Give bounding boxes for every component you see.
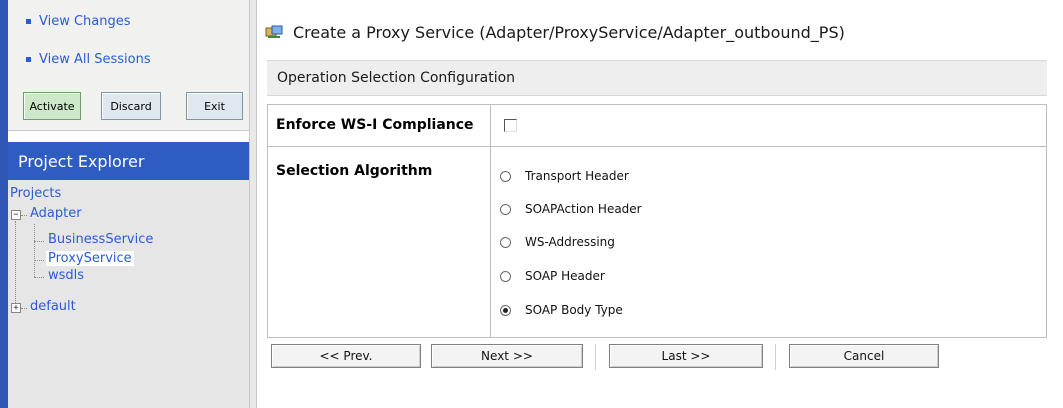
prev-button[interactable]: << Prev. (271, 344, 421, 368)
section-header: Operation Selection Configuration (267, 60, 1047, 96)
tree-connector (21, 308, 27, 309)
page-title-bar: Create a Proxy Service (Adapter/ProxySer… (265, 12, 1045, 52)
radio-button-selected[interactable] (500, 304, 511, 316)
page-title: Create a Proxy Service (Adapter/ProxySer… (293, 22, 845, 42)
radio-label: SOAP Body Type (525, 303, 623, 317)
enforce-wsi-label: Enforce WS-I Compliance (276, 117, 474, 133)
tree-item-default[interactable]: default (30, 299, 76, 314)
view-all-sessions-label[interactable]: View All Sessions (39, 52, 151, 67)
view-changes-label[interactable]: View Changes (39, 14, 131, 29)
exit-button[interactable]: Exit (186, 92, 243, 120)
tree-connector (15, 221, 16, 303)
collapse-icon[interactable]: − (11, 210, 21, 220)
discard-button[interactable]: Discard (101, 92, 161, 120)
radio-label: SOAP Header (525, 269, 605, 283)
radio-soap-body-type[interactable]: SOAP Body Type (500, 303, 623, 317)
tree-connector (21, 215, 27, 216)
wizard-nav: << Prev. Next >> Last >> Cancel (267, 344, 1047, 372)
radio-soapaction-header[interactable]: SOAPAction Header (500, 202, 642, 216)
proxy-service-icon (265, 24, 283, 40)
bullet-icon (26, 19, 31, 24)
tree-item-proxyservice[interactable]: ProxyService (46, 251, 134, 266)
enforce-wsi-checkbox[interactable] (504, 119, 517, 132)
radio-button[interactable] (500, 203, 511, 215)
tree-connector (34, 260, 44, 261)
tree-connector (34, 277, 44, 278)
radio-label: WS-Addressing (525, 235, 615, 249)
view-all-sessions-link[interactable]: View All Sessions (26, 52, 151, 67)
bullet-icon (26, 57, 31, 62)
form-divider (490, 105, 491, 337)
tree-connector (34, 241, 44, 242)
button-separator (595, 344, 596, 370)
tree-item-businessservice[interactable]: BusinessService (48, 232, 153, 247)
session-panel: View Changes View All Sessions Activate … (8, 0, 250, 131)
session-buttons: Activate Discard Exit (23, 92, 245, 120)
tree-projects-link[interactable]: Projects (10, 186, 61, 201)
project-explorer-tree: Projects − Adapter BusinessService Proxy… (8, 180, 250, 408)
radio-label: SOAPAction Header (525, 202, 642, 216)
operation-selection-form: Enforce WS-I Compliance Selection Algori… (267, 104, 1047, 338)
radio-label: Transport Header (525, 169, 629, 183)
radio-transport-header[interactable]: Transport Header (500, 169, 629, 183)
next-button[interactable]: Next >> (431, 344, 583, 368)
form-divider (268, 146, 1046, 147)
radio-ws-addressing[interactable]: WS-Addressing (500, 235, 615, 249)
left-edge-bar (0, 0, 8, 408)
view-changes-link[interactable]: View Changes (26, 14, 131, 29)
tree-item-wsdls[interactable]: wsdls (48, 268, 84, 283)
cancel-button[interactable]: Cancel (789, 344, 939, 368)
radio-button[interactable] (500, 236, 511, 248)
radio-button[interactable] (500, 170, 511, 182)
project-explorer-header: Project Explorer (8, 142, 249, 180)
tree-item-adapter[interactable]: Adapter (30, 206, 82, 221)
expand-icon[interactable]: + (11, 303, 21, 313)
panel-separator[interactable] (249, 0, 257, 408)
radio-button[interactable] (500, 270, 511, 282)
button-separator (775, 344, 776, 370)
activate-button[interactable]: Activate (23, 92, 81, 120)
main-content: Create a Proxy Service (Adapter/ProxySer… (257, 0, 1063, 408)
selection-algorithm-label: Selection Algorithm (276, 163, 433, 179)
last-button[interactable]: Last >> (609, 344, 763, 368)
tree-connector (34, 224, 35, 277)
radio-soap-header[interactable]: SOAP Header (500, 269, 605, 283)
